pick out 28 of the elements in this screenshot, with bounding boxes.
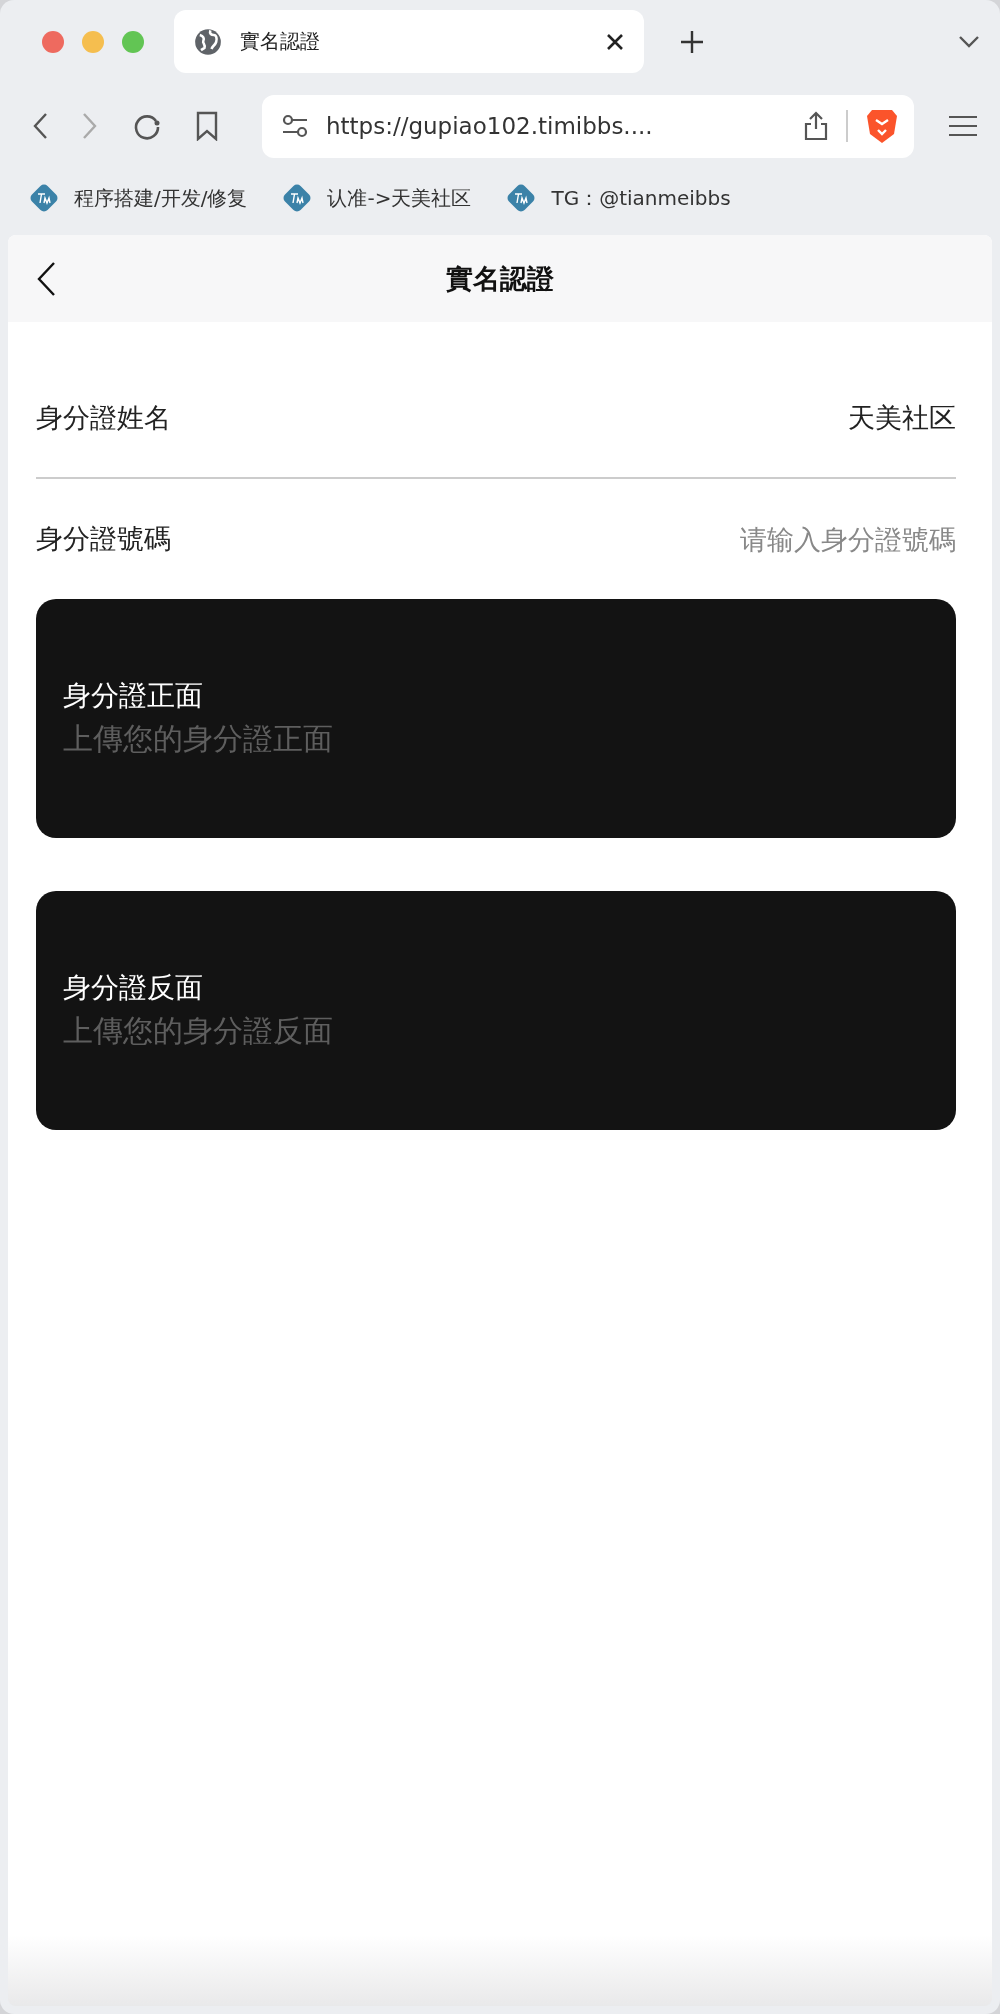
sliders-icon[interactable]	[282, 114, 308, 138]
bookmark-link[interactable]: 认准->天美社区	[281, 182, 472, 214]
address-bar[interactable]: https://gupiao102.timibbs....	[262, 94, 914, 158]
upload-title: 身分證反面	[63, 970, 204, 1006]
globe-icon	[194, 27, 222, 56]
upload-title: 身分證正面	[63, 678, 204, 714]
field-label: 身分證號碼	[36, 522, 171, 556]
upload-hint: 上傳您的身分證正面	[63, 720, 334, 758]
bookmark-link[interactable]: 程序搭建/开发/修复	[28, 182, 248, 214]
bookmark-icon[interactable]	[196, 111, 218, 141]
tab-title: 實名認證	[240, 28, 321, 55]
upload-card[interactable]: 身分證正面 上傳您的身分證正面	[36, 599, 956, 838]
url-text: https://gupiao102.timibbs....	[326, 113, 654, 139]
field-value: 天美社区	[848, 400, 956, 435]
back-icon[interactable]	[32, 112, 48, 140]
share-icon[interactable]	[804, 111, 828, 141]
close-icon[interactable]	[606, 32, 624, 51]
bookmark-link[interactable]: TG：@tianmeibbs	[505, 182, 731, 214]
field-label: 身分證姓名	[36, 400, 171, 435]
chevron-down-icon[interactable]	[958, 34, 980, 49]
upload-card[interactable]: 身分證反面 上傳您的身分證反面	[36, 891, 956, 1130]
close-window-icon[interactable]	[42, 30, 64, 53]
browser-tab[interactable]: 實名認證	[174, 10, 644, 73]
menu-icon[interactable]	[948, 115, 978, 137]
page-title: 實名認證	[446, 261, 554, 296]
new-tab-icon[interactable]	[680, 29, 704, 54]
upload-hint: 上傳您的身分證反面	[63, 1012, 334, 1050]
lion-shield-icon[interactable]	[866, 108, 898, 144]
